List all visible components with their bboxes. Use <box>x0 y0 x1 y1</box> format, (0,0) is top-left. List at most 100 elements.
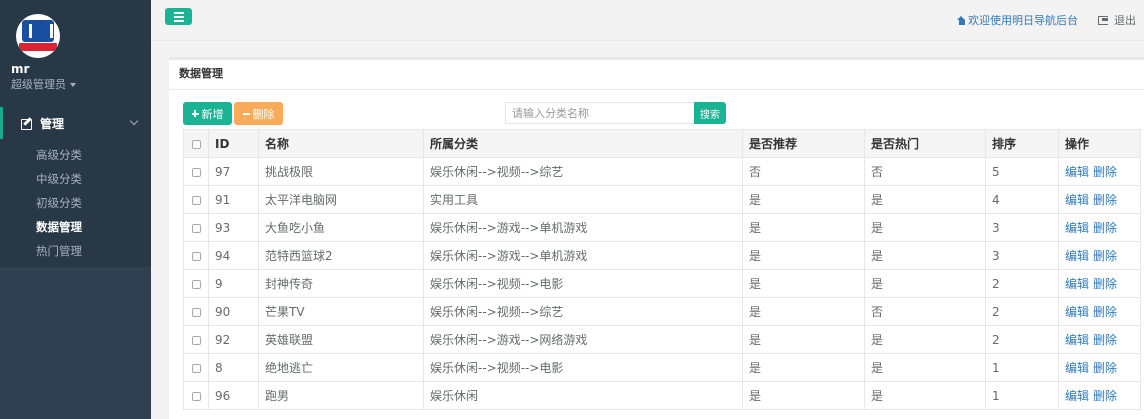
edit-link[interactable]: 编辑 <box>1065 221 1089 235</box>
delete-button[interactable]: 删除 <box>234 102 283 125</box>
cell-name: 大鱼吃小鱼 <box>258 213 424 242</box>
cell-recommend: 是 <box>742 213 865 242</box>
delete-link[interactable]: 删除 <box>1093 333 1117 347</box>
minus-icon <box>242 110 250 117</box>
row-select-cell <box>183 241 209 270</box>
sign-out-icon <box>1098 15 1108 25</box>
cell-order: 1 <box>985 353 1059 382</box>
cell-recommend: 是 <box>742 241 865 270</box>
edit-link[interactable]: 编辑 <box>1065 193 1089 207</box>
delete-link[interactable]: 删除 <box>1093 305 1117 319</box>
row-checkbox[interactable] <box>191 307 201 317</box>
cell-name: 太平洋电脑网 <box>258 185 424 214</box>
row-select-cell <box>183 325 209 354</box>
cell-category: 娱乐休闲-->视频-->综艺 <box>423 297 743 326</box>
nav-submenu: 高级分类 中级分类 初级分类 数据管理 热门管理 <box>0 139 151 267</box>
welcome-text: 欢迎使用明日导航后台 <box>968 14 1078 27</box>
sidebar-item[interactable]: 数据管理 <box>0 215 151 239</box>
cell-recommend: 是 <box>742 185 865 214</box>
row-checkbox[interactable] <box>191 363 201 373</box>
row-checkbox[interactable] <box>191 251 201 261</box>
table-row: 9 封神传奇 娱乐休闲-->视频-->电影是是 2 编辑 删除 <box>183 269 1141 298</box>
cell-recommend: 是 <box>742 353 865 382</box>
user-role-dropdown[interactable]: 超级管理员 <box>11 76 76 92</box>
select-all-cell <box>183 129 209 158</box>
cell-id: 91 <box>208 185 259 214</box>
cell-hot: 否 <box>864 157 986 186</box>
row-checkbox[interactable] <box>191 167 201 177</box>
cell-actions: 编辑 删除 <box>1058 297 1141 326</box>
edit-link[interactable]: 编辑 <box>1065 389 1089 403</box>
cell-hot: 是 <box>864 381 986 410</box>
cell-hot: 是 <box>864 269 986 298</box>
logo-mark <box>22 20 54 42</box>
welcome-link[interactable]: 欢迎使用明日导航后台 <box>957 12 1078 28</box>
col-category-header: 所属分类 <box>423 129 743 158</box>
row-checkbox[interactable] <box>191 335 201 345</box>
cell-id: 9 <box>208 269 259 298</box>
cell-id: 90 <box>208 297 259 326</box>
select-all-checkbox[interactable] <box>191 139 201 149</box>
cell-hot: 是 <box>864 325 986 354</box>
edit-link[interactable]: 编辑 <box>1065 249 1089 263</box>
delete-link[interactable]: 删除 <box>1093 193 1117 207</box>
cell-category: 娱乐休闲-->视频-->综艺 <box>423 157 743 186</box>
nav-group-manage[interactable]: 管理 <box>0 107 151 139</box>
sidebar-item[interactable]: 初级分类 <box>0 191 151 215</box>
row-select-cell <box>183 157 209 186</box>
sidebar: mr 超级管理员 管理 高级分类 中级分类 初级分类 数据管理 热门管理 <box>0 0 151 419</box>
row-select-cell <box>183 297 209 326</box>
table-row: 94 范特西篮球2 娱乐休闲-->游戏-->单机游戏是是 3 编辑 删除 <box>183 241 1141 270</box>
sidebar-item[interactable]: 中级分类 <box>0 167 151 191</box>
sidebar-item[interactable]: 高级分类 <box>0 143 151 167</box>
cell-name: 英雄联盟 <box>258 325 424 354</box>
add-button[interactable]: 新增 <box>183 102 232 125</box>
table-header-row: ID 名称 所属分类 是否推荐 是否热门 排序 操作 <box>183 129 1141 158</box>
row-checkbox[interactable] <box>191 195 201 205</box>
col-id-header: ID <box>208 129 259 158</box>
table-row: 93 大鱼吃小鱼 娱乐休闲-->游戏-->单机游戏是是 3 编辑 删除 <box>183 213 1141 242</box>
cell-recommend: 是 <box>742 297 865 326</box>
cell-name: 芒果TV <box>258 297 424 326</box>
edit-icon <box>21 117 33 130</box>
search-button[interactable]: 搜索 <box>694 102 726 124</box>
cell-actions: 编辑 删除 <box>1058 241 1141 270</box>
logout-text: 退出 <box>1114 14 1136 27</box>
menu-toggle-button[interactable] <box>165 8 192 25</box>
cell-category: 娱乐休闲-->游戏-->网络游戏 <box>423 325 743 354</box>
cell-id: 93 <box>208 213 259 242</box>
delete-link[interactable]: 删除 <box>1093 361 1117 375</box>
edit-link[interactable]: 编辑 <box>1065 165 1089 179</box>
sidebar-item[interactable]: 热门管理 <box>0 239 151 263</box>
bar-icon <box>173 15 184 18</box>
edit-link[interactable]: 编辑 <box>1065 277 1089 291</box>
bar-icon <box>173 19 184 22</box>
cell-category: 娱乐休闲-->游戏-->单机游戏 <box>423 241 743 270</box>
cell-hot: 否 <box>864 297 986 326</box>
row-checkbox[interactable] <box>191 279 201 289</box>
search-input[interactable] <box>505 102 695 124</box>
table-row: 91 太平洋电脑网 实用工具是是 4 编辑 删除 <box>183 185 1141 214</box>
delete-link[interactable]: 删除 <box>1093 389 1117 403</box>
row-checkbox[interactable] <box>191 391 201 401</box>
cell-id: 97 <box>208 157 259 186</box>
row-select-cell <box>183 353 209 382</box>
data-table: ID 名称 所属分类 是否推荐 是否热门 排序 操作 97 挑战极限 娱乐休闲-->… <box>183 129 1141 410</box>
bar-icon <box>173 11 184 14</box>
plus-icon <box>191 110 199 117</box>
delete-link[interactable]: 删除 <box>1093 165 1117 179</box>
nav-menu: 管理 高级分类 中级分类 初级分类 数据管理 热门管理 <box>0 107 151 267</box>
delete-link[interactable]: 删除 <box>1093 277 1117 291</box>
delete-link[interactable]: 删除 <box>1093 249 1117 263</box>
cell-actions: 编辑 删除 <box>1058 185 1141 214</box>
cell-actions: 编辑 删除 <box>1058 325 1141 354</box>
data-panel: 数据管理 新增 删除 搜索 ID 名称 所属分类 是否推荐 是否热门 排序 操 <box>169 57 1144 419</box>
edit-link[interactable]: 编辑 <box>1065 305 1089 319</box>
edit-link[interactable]: 编辑 <box>1065 361 1089 375</box>
row-checkbox[interactable] <box>191 223 201 233</box>
cell-recommend: 是 <box>742 325 865 354</box>
logout-link[interactable]: 退出 <box>1098 12 1136 28</box>
delete-link[interactable]: 删除 <box>1093 221 1117 235</box>
edit-link[interactable]: 编辑 <box>1065 333 1089 347</box>
logo-text <box>19 43 57 51</box>
